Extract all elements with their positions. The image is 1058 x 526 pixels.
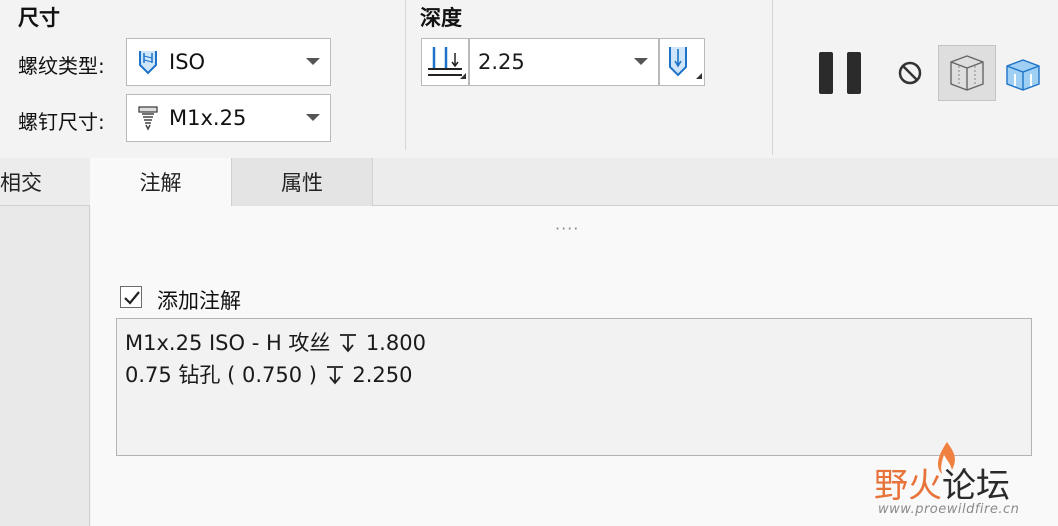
preview-button[interactable]: [938, 45, 996, 101]
screw-size-label: 螺钉尺寸:: [18, 110, 105, 134]
watermark: 野火论坛 www.proewildfire.cn: [870, 440, 1050, 526]
thread-type-label: 螺纹类型:: [18, 54, 105, 78]
size-group-title: 尺寸: [18, 6, 60, 30]
depth-symbol-icon: [326, 366, 343, 385]
thread-depth-icon: [669, 47, 702, 79]
tab-bar: 相交 注解 属性: [0, 158, 1058, 207]
shaded-view-icon: [1006, 59, 1040, 91]
resize-grip[interactable]: ····: [555, 219, 579, 238]
depth-value-select[interactable]: 2.25: [469, 38, 659, 86]
pause-icon: [819, 52, 861, 94]
no-symbol-icon: [898, 61, 922, 85]
tab-properties[interactable]: 属性: [231, 158, 373, 206]
left-panel-strip: [0, 206, 90, 526]
no-preview-button[interactable]: [897, 60, 923, 86]
annotation-line-1-text: M1x.25 ISO - H 攻丝: [125, 331, 331, 355]
thread-type-icon: [135, 49, 161, 75]
tab-annotation[interactable]: 注解: [90, 158, 231, 207]
depth-group-title: 深度: [420, 6, 462, 30]
add-annotation-checkbox[interactable]: [120, 286, 142, 308]
chevron-down-icon: [306, 58, 320, 65]
annotation-line-1-value: 1.800: [365, 331, 426, 355]
screw-size-value: M1x.25: [169, 106, 247, 130]
watermark-text: 野火论坛: [874, 458, 1010, 507]
group-divider: [772, 0, 773, 155]
depth-symbol-icon: [340, 334, 357, 353]
wireframe-preview-icon: [950, 55, 984, 91]
thread-type-select[interactable]: ISO: [126, 38, 331, 86]
depth-type-button[interactable]: [421, 38, 469, 86]
watermark-text-b: 论坛: [942, 466, 1010, 506]
chevron-down-icon: [306, 114, 320, 121]
group-divider: [405, 0, 406, 150]
watermark-text-a: 野火: [874, 466, 942, 506]
checkmark-icon: [124, 291, 140, 305]
annotation-line-2-value: 2.250: [352, 363, 413, 387]
flip-depth-button[interactable]: [659, 38, 705, 86]
tab-intersect[interactable]: 相交: [0, 158, 88, 206]
annotation-text-area[interactable]: M1x.25 ISO - H 攻丝 1.800 0.75 钻孔 ( 0.750 …: [116, 318, 1032, 456]
screw-icon: [135, 105, 161, 131]
verify-button[interactable]: [1003, 56, 1043, 92]
chevron-down-icon: [634, 58, 648, 65]
screw-size-select[interactable]: M1x.25: [126, 94, 331, 142]
add-annotation-label[interactable]: 添加注解: [157, 285, 241, 315]
thread-type-value: ISO: [169, 50, 206, 74]
annotation-line-2: 0.75 钻孔 ( 0.750 ) 2.250: [125, 359, 412, 389]
pause-button[interactable]: [817, 50, 865, 96]
watermark-url: www.proewildfire.cn: [878, 502, 1020, 517]
ribbon: 尺寸 螺纹类型: ISO 螺钉尺寸: M1x.25 深度 2.25: [0, 0, 1058, 158]
depth-blind-icon: [428, 47, 466, 79]
annotation-line-1: M1x.25 ISO - H 攻丝 1.800: [125, 327, 426, 357]
annotation-line-2-text: 0.75 钻孔 ( 0.750 ): [125, 363, 317, 387]
depth-value: 2.25: [478, 50, 525, 74]
